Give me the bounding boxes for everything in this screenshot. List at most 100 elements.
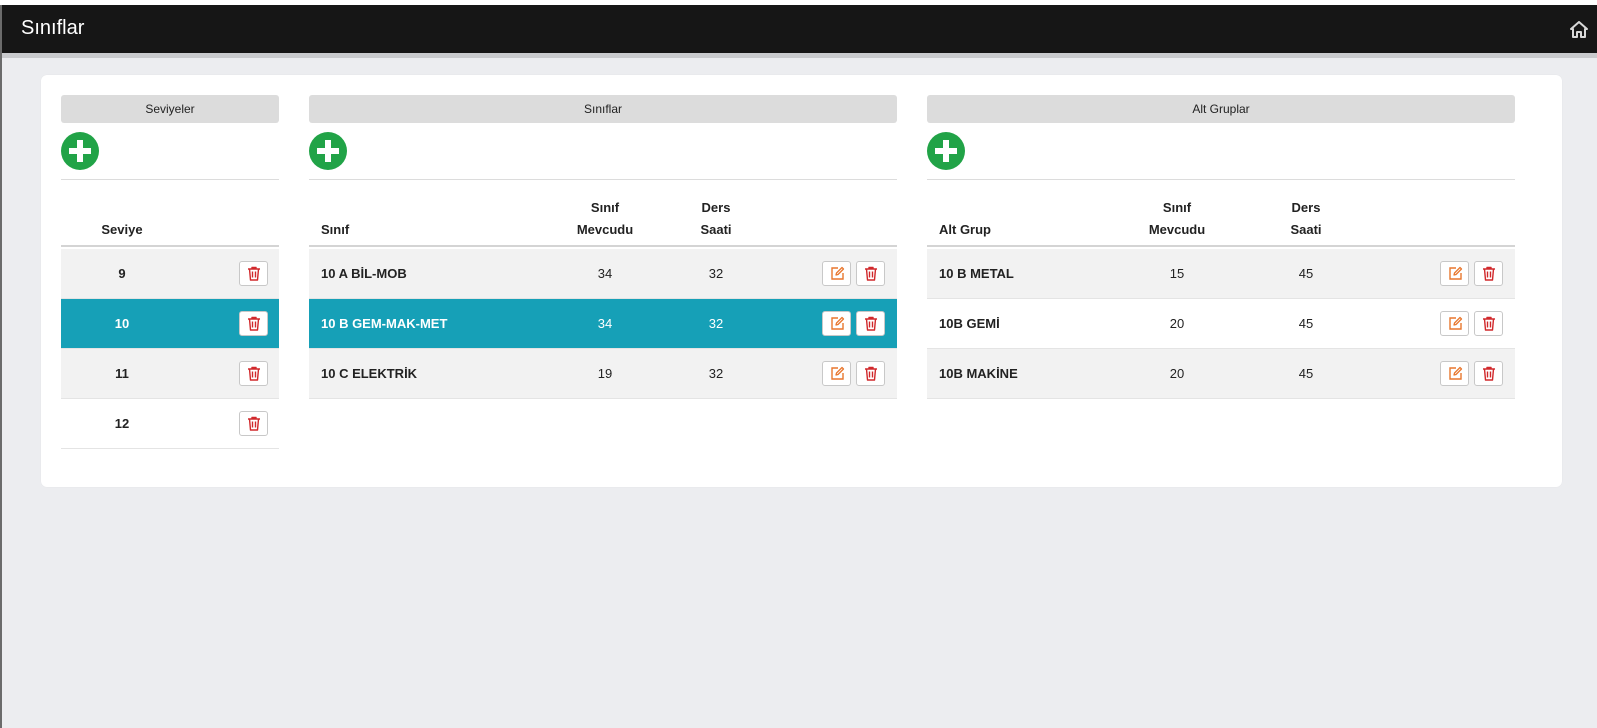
alt-grup-name-cell: 10B MAKİNE [939, 366, 1018, 381]
window-left-edge [0, 5, 2, 728]
seviye-cell: 10 [114, 316, 130, 331]
seviyeler-panel: Seviyeler Seviye 9 10 11 12 [61, 95, 279, 465]
edit-button[interactable] [822, 261, 851, 286]
column-header-saat-line1: Ders [701, 200, 731, 215]
column-header-mevcut: Sınıf Mevcudu [555, 197, 655, 241]
content-card: Seviyeler Seviye 9 10 11 12 Sınıflar Sınıf … [41, 75, 1562, 487]
column-header-saat-line2: Saati [1290, 222, 1322, 237]
table-row[interactable]: 10 B GEM-MAK-MET 34 32 [309, 299, 897, 349]
sinif-saat-cell: 32 [708, 316, 724, 331]
delete-button[interactable] [239, 311, 268, 336]
delete-button[interactable] [239, 411, 268, 436]
alt-grup-name-cell: 10B GEMİ [939, 316, 1000, 331]
home-icon[interactable] [1570, 21, 1588, 38]
trash-icon [248, 266, 260, 281]
divider [309, 179, 897, 180]
column-header-saat-line2: Saati [700, 222, 732, 237]
sinif-mevcut-cell: 34 [597, 316, 613, 331]
column-header-mevcut-line1: Sınıf [1162, 200, 1192, 215]
table-row[interactable]: 10 A BİL-MOB 34 32 [309, 249, 897, 299]
table-row[interactable]: 10 B METAL 15 45 [927, 249, 1515, 299]
edit-icon [831, 366, 845, 380]
delete-button[interactable] [1474, 311, 1503, 336]
trash-icon [248, 416, 260, 431]
column-header-mevcut-line2: Mevcudu [1148, 222, 1206, 237]
alt-gruplar-panel: Alt Gruplar Alt Grup Sınıf Mevcudu Ders … [927, 95, 1515, 465]
seviyeler-table-header: Seviye [61, 181, 279, 247]
sinif-mevcut-cell: 34 [597, 266, 613, 281]
trash-icon [1483, 266, 1495, 281]
alt-grup-name-cell: 10 B METAL [939, 266, 1014, 281]
delete-button[interactable] [856, 361, 885, 386]
add-sinif-button[interactable] [309, 132, 347, 170]
edit-button[interactable] [1440, 261, 1469, 286]
edit-icon [1449, 366, 1463, 380]
siniflar-table-header: Sınıf Sınıf Mevcudu Ders Saati [309, 181, 897, 247]
table-row[interactable]: 12 [61, 399, 279, 449]
seviye-cell: 11 [115, 366, 129, 381]
table-row[interactable]: 10 [61, 299, 279, 349]
page-title: Sınıflar [21, 17, 85, 39]
trash-icon [248, 316, 260, 331]
add-alt-grup-button[interactable] [927, 132, 965, 170]
divider [927, 179, 1515, 180]
table-row[interactable]: 10B GEMİ 20 45 [927, 299, 1515, 349]
column-header-mevcut: Sınıf Mevcudu [1127, 197, 1227, 241]
sinif-saat-cell: 32 [708, 366, 724, 381]
alt-grup-saat-cell: 45 [1298, 266, 1314, 281]
siniflar-panel: Sınıflar Sınıf Sınıf Mevcudu Ders Saati … [309, 95, 897, 465]
sinif-saat-cell: 32 [708, 266, 724, 281]
trash-icon [865, 366, 877, 381]
alt-gruplar-table-header: Alt Grup Sınıf Mevcudu Ders Saati [927, 181, 1515, 247]
edit-icon [831, 266, 845, 280]
column-header-alt-grup: Alt Grup [939, 222, 991, 237]
top-bar-underline [2, 53, 1597, 58]
column-header-ders-saati: Ders Saati [676, 197, 756, 241]
table-row[interactable]: 9 [61, 249, 279, 299]
trash-icon [1483, 366, 1495, 381]
sinif-mevcut-cell: 19 [597, 366, 613, 381]
delete-button[interactable] [856, 311, 885, 336]
seviye-cell: 9 [118, 266, 126, 281]
divider [61, 179, 279, 180]
delete-button[interactable] [239, 261, 268, 286]
edit-button[interactable] [822, 361, 851, 386]
edit-icon [1449, 266, 1463, 280]
top-bar: Sınıflar [2, 5, 1597, 53]
column-header-mevcut-line2: Mevcudu [576, 222, 634, 237]
trash-icon [865, 316, 877, 331]
edit-button[interactable] [1440, 311, 1469, 336]
delete-button[interactable] [856, 261, 885, 286]
trash-icon [1483, 316, 1495, 331]
trash-icon [865, 266, 877, 281]
edit-button[interactable] [822, 311, 851, 336]
delete-button[interactable] [1474, 361, 1503, 386]
sinif-name-cell: 10 C ELEKTRİK [321, 366, 418, 381]
column-header-mevcut-line1: Sınıf [590, 200, 620, 215]
table-row[interactable]: 10B MAKİNE 20 45 [927, 349, 1515, 399]
edit-icon [1449, 316, 1463, 330]
seviye-cell: 12 [114, 416, 130, 431]
sinif-name-cell: 10 B GEM-MAK-MET [321, 316, 448, 331]
alt-gruplar-header: Alt Gruplar [927, 95, 1515, 123]
trash-icon [248, 366, 260, 381]
sinif-name-cell: 10 A BİL-MOB [321, 266, 407, 281]
alt-grup-saat-cell: 45 [1298, 366, 1314, 381]
alt-grup-mevcut-cell: 20 [1169, 316, 1185, 331]
column-header-ders-saati: Ders Saati [1266, 197, 1346, 241]
add-seviye-button[interactable] [61, 132, 99, 170]
column-header-saat-line1: Ders [1291, 200, 1321, 215]
table-row[interactable]: 11 [61, 349, 279, 399]
table-row[interactable]: 10 C ELEKTRİK 19 32 [309, 349, 897, 399]
alt-grup-mevcut-cell: 15 [1169, 266, 1185, 281]
edit-icon [831, 316, 845, 330]
column-header-seviye: Seviye [101, 222, 143, 237]
delete-button[interactable] [239, 361, 268, 386]
delete-button[interactable] [1474, 261, 1503, 286]
siniflar-header: Sınıflar [309, 95, 897, 123]
column-header-sinif: Sınıf [321, 222, 350, 237]
seviyeler-header: Seviyeler [61, 95, 279, 123]
alt-grup-saat-cell: 45 [1298, 316, 1314, 331]
alt-grup-mevcut-cell: 20 [1169, 366, 1185, 381]
edit-button[interactable] [1440, 361, 1469, 386]
